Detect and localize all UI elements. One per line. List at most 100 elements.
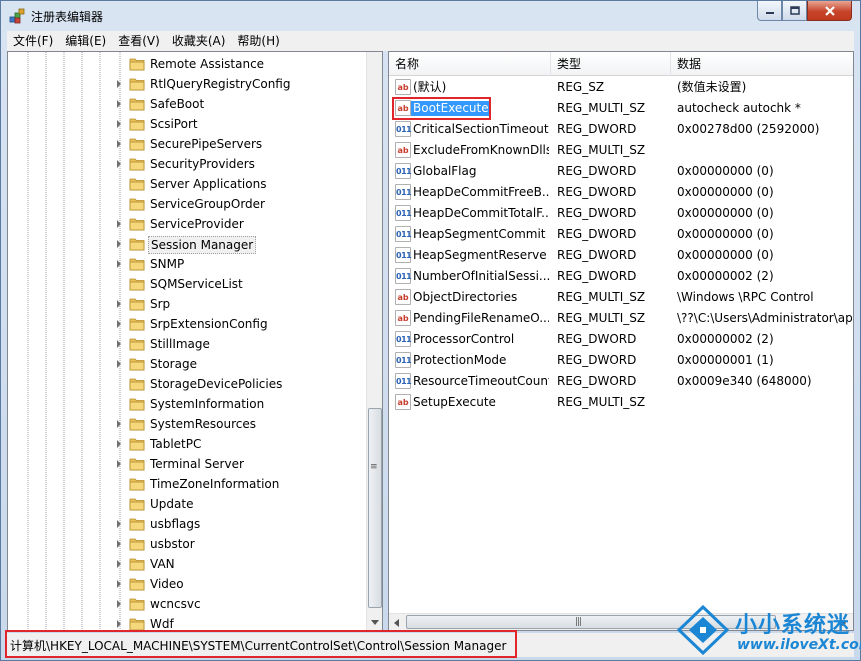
- expand-arrow-icon[interactable]: [117, 360, 121, 368]
- value-row[interactable]: ab (默认) REG_SZ (数值未设置): [389, 77, 853, 98]
- column-header-name[interactable]: 名称: [389, 52, 551, 76]
- value-row[interactable]: 011 GlobalFlag REG_DWORD 0x00000000 (0): [389, 161, 853, 182]
- value-row[interactable]: ab PendingFileRenameO... REG_MULTI_SZ \??\C…: [389, 308, 853, 329]
- folder-icon: [129, 258, 145, 271]
- tree-item[interactable]: SystemInformation: [8, 394, 368, 414]
- expand-arrow-icon[interactable]: [117, 560, 121, 568]
- menu-help[interactable]: 帮助(H): [231, 31, 285, 51]
- tree-item[interactable]: Srp: [8, 294, 368, 314]
- value-row[interactable]: ab SetupExecute REG_MULTI_SZ: [389, 392, 853, 413]
- value-row[interactable]: ab BootExecute REG_MULTI_SZ autocheck autoc…: [389, 98, 853, 119]
- expand-arrow-icon[interactable]: [117, 540, 121, 548]
- value-list-pane[interactable]: 名称 类型 数据 ab (默认) REG_SZ (数值未设置) ab BootExecut…: [388, 51, 854, 631]
- expand-arrow-icon[interactable]: [117, 120, 121, 128]
- expand-arrow-icon[interactable]: [117, 300, 121, 308]
- tree-item-label: ScsiPort: [150, 117, 198, 131]
- close-button[interactable]: [807, 1, 852, 21]
- expand-arrow-icon[interactable]: [117, 520, 121, 528]
- tree-item[interactable]: wcncsvc: [8, 594, 368, 614]
- expand-arrow-icon[interactable]: [117, 260, 121, 268]
- tree-item-label: ServiceProvider: [150, 217, 244, 231]
- value-row[interactable]: 011 HeapDeCommitTotalF... REG_DWORD 0x00000…: [389, 203, 853, 224]
- value-row[interactable]: 011 ProtectionMode REG_DWORD 0x00000001 (1): [389, 350, 853, 371]
- tree-item[interactable]: Update: [8, 494, 368, 514]
- tree-item[interactable]: SystemResources: [8, 414, 368, 434]
- minimize-button[interactable]: [757, 1, 782, 21]
- binary-value-icon: 011: [395, 163, 412, 179]
- tree-item[interactable]: Wdf: [8, 614, 368, 630]
- tree-item[interactable]: usbflags: [8, 514, 368, 534]
- value-row[interactable]: ab ObjectDirectories REG_MULTI_SZ \Windows …: [389, 287, 853, 308]
- expand-arrow-icon[interactable]: [117, 320, 121, 328]
- tree-item[interactable]: Session Manager: [8, 234, 368, 254]
- value-name: SetupExecute: [413, 395, 496, 409]
- tree-item[interactable]: ServiceGroupOrder: [8, 194, 368, 214]
- maximize-button[interactable]: [782, 1, 807, 21]
- expand-arrow-icon[interactable]: [117, 600, 121, 608]
- folder-icon: [129, 578, 145, 591]
- column-header-type[interactable]: 类型: [551, 52, 671, 76]
- tree-item-label: Video: [150, 577, 184, 591]
- menu-file[interactable]: 文件(F): [7, 31, 59, 51]
- expand-arrow-icon[interactable]: [117, 220, 121, 228]
- tree-item[interactable]: SrpExtensionConfig: [8, 314, 368, 334]
- column-header-data[interactable]: 数据: [671, 52, 853, 76]
- tree-item[interactable]: VAN: [8, 554, 368, 574]
- value-row[interactable]: 011 CriticalSectionTimeout REG_DWORD 0x0027…: [389, 119, 853, 140]
- scroll-down-arrow-icon[interactable]: [371, 620, 379, 625]
- tree-item-label: VAN: [150, 557, 175, 571]
- expand-arrow-icon[interactable]: [117, 420, 121, 428]
- value-row[interactable]: 011 NumberOfInitialSessi... REG_DWORD 0x000…: [389, 266, 853, 287]
- tree-item[interactable]: ServiceProvider: [8, 214, 368, 234]
- expand-arrow-icon[interactable]: [117, 80, 121, 88]
- tree-item[interactable]: SecurePipeServers: [8, 134, 368, 154]
- tree-item[interactable]: usbstor: [8, 534, 368, 554]
- expand-arrow-icon[interactable]: [117, 240, 121, 248]
- tree-item-label: Session Manager: [148, 236, 257, 254]
- key-tree-pane[interactable]: Remote Assistance RtlQueryRegistryConfig S…: [7, 51, 383, 631]
- binary-value-icon: 011: [395, 184, 412, 200]
- value-type: REG_MULTI_SZ: [557, 290, 646, 304]
- folder-icon: [129, 158, 145, 171]
- value-row[interactable]: 011 ResourceTimeoutCount REG_DWORD 0x0009e3…: [389, 371, 853, 392]
- expand-arrow-icon[interactable]: [117, 460, 121, 468]
- tree-item[interactable]: Terminal Server: [8, 454, 368, 474]
- menu-favorites[interactable]: 收藏夹(A): [166, 31, 232, 51]
- tree-item-label: RtlQueryRegistryConfig: [150, 77, 291, 91]
- tree-item[interactable]: Storage: [8, 354, 368, 374]
- tree-scroll-thumb[interactable]: [368, 408, 382, 608]
- menu-edit[interactable]: 编辑(E): [59, 31, 112, 51]
- folder-icon: [129, 198, 145, 211]
- tree-item[interactable]: Remote Assistance: [8, 54, 368, 74]
- tree-item[interactable]: SQMServiceList: [8, 274, 368, 294]
- menu-view[interactable]: 查看(V): [112, 31, 166, 51]
- tree-item[interactable]: RtlQueryRegistryConfig: [8, 74, 368, 94]
- value-row[interactable]: 011 ProcessorControl REG_DWORD 0x00000002 (…: [389, 329, 853, 350]
- tree-item[interactable]: SafeBoot: [8, 94, 368, 114]
- expand-arrow-icon[interactable]: [117, 580, 121, 588]
- value-row[interactable]: 011 HeapDeCommitFreeB... REG_DWORD 0x000000…: [389, 182, 853, 203]
- value-row[interactable]: 011 HeapSegmentCommit REG_DWORD 0x00000000 …: [389, 224, 853, 245]
- expand-arrow-icon[interactable]: [117, 440, 121, 448]
- expand-arrow-icon[interactable]: [117, 620, 121, 628]
- value-data: \??\C:\Users\Administrator\ap: [677, 311, 853, 325]
- value-row[interactable]: ab ExcludeFromKnownDlls REG_MULTI_SZ: [389, 140, 853, 161]
- tree-vertical-scrollbar[interactable]: ≡: [366, 52, 382, 630]
- registry-editor-icon: [9, 8, 25, 24]
- value-type: REG_DWORD: [557, 353, 637, 367]
- tree-item[interactable]: SecurityProviders: [8, 154, 368, 174]
- value-row[interactable]: 011 HeapSegmentReserve REG_DWORD 0x00000000…: [389, 245, 853, 266]
- expand-arrow-icon[interactable]: [117, 100, 121, 108]
- tree-item[interactable]: Server Applications: [8, 174, 368, 194]
- tree-item[interactable]: StorageDevicePolicies: [8, 374, 368, 394]
- tree-item[interactable]: TabletPC: [8, 434, 368, 454]
- expand-arrow-icon[interactable]: [117, 140, 121, 148]
- tree-item[interactable]: Video: [8, 574, 368, 594]
- tree-item[interactable]: TimeZoneInformation: [8, 474, 368, 494]
- tree-item[interactable]: StillImage: [8, 334, 368, 354]
- scroll-left-arrow-icon[interactable]: [394, 619, 399, 627]
- tree-item[interactable]: SNMP: [8, 254, 368, 274]
- expand-arrow-icon[interactable]: [117, 160, 121, 168]
- tree-item[interactable]: ScsiPort: [8, 114, 368, 134]
- expand-arrow-icon[interactable]: [117, 340, 121, 348]
